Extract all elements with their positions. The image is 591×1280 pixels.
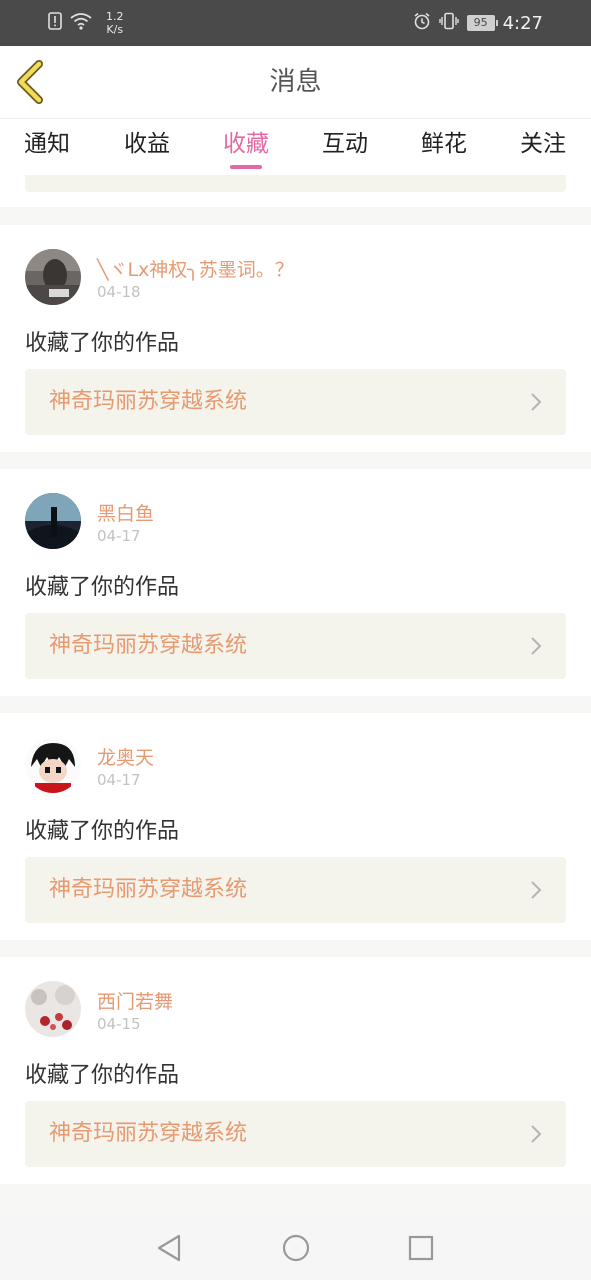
list-item: ╲ヾLx神权╮苏墨词。？ 04-18 收藏了你的作品 神奇玛丽苏穿越系统 bbox=[0, 225, 591, 452]
work-title: 神奇玛丽苏穿越系统 bbox=[49, 1121, 248, 1146]
wifi-icon bbox=[70, 12, 92, 34]
back-triangle-icon[interactable] bbox=[156, 1233, 182, 1263]
status-right: 95 4:27 bbox=[413, 10, 543, 36]
home-circle-icon[interactable] bbox=[281, 1233, 311, 1263]
tab-favorites[interactable]: 收藏 bbox=[216, 119, 276, 175]
timestamp: 04-17 bbox=[97, 527, 141, 545]
chevron-right-icon bbox=[531, 637, 542, 655]
network-speed-value: 1.2 bbox=[106, 10, 124, 23]
network-speed: 1.2 K/s bbox=[106, 10, 124, 36]
work-title: 神奇玛丽苏穿越系统 bbox=[49, 633, 248, 658]
system-navigation-bar bbox=[0, 1216, 591, 1280]
network-speed-unit: K/s bbox=[106, 23, 124, 36]
timestamp: 04-15 bbox=[97, 1015, 141, 1033]
chevron-right-icon bbox=[531, 881, 542, 899]
tab-flowers[interactable]: 鲜花 bbox=[414, 119, 474, 175]
username[interactable]: ╲ヾLx神权╮苏墨词。？ bbox=[97, 255, 294, 282]
top-app-bar: 消息 bbox=[0, 46, 591, 119]
work-card[interactable]: 神奇玛丽苏穿越系统 bbox=[25, 857, 566, 923]
clock: 4:27 bbox=[502, 12, 543, 34]
username[interactable]: 龙奥天 bbox=[97, 743, 154, 770]
tab-notifications[interactable]: 通知 bbox=[17, 119, 77, 175]
chevron-right-icon bbox=[531, 1125, 542, 1143]
avatar[interactable] bbox=[25, 249, 81, 305]
list-item: 西门若舞 04-15 收藏了你的作品 神奇玛丽苏穿越系统 bbox=[0, 957, 591, 1184]
favorites-feed: ╲ヾLx神权╮苏墨词。？ 04-18 收藏了你的作品 神奇玛丽苏穿越系统 黑白鱼… bbox=[0, 225, 591, 1201]
previous-item-partial bbox=[0, 175, 591, 207]
tab-follows[interactable]: 关注 bbox=[513, 119, 573, 175]
username[interactable]: 黑白鱼 bbox=[97, 499, 154, 526]
work-card[interactable]: 神奇玛丽苏穿越系统 bbox=[25, 369, 566, 435]
timestamp: 04-17 bbox=[97, 771, 141, 789]
work-title: 神奇玛丽苏穿越系统 bbox=[49, 877, 248, 902]
action-text: 收藏了你的作品 bbox=[25, 819, 180, 844]
alarm-icon bbox=[413, 12, 431, 34]
action-text: 收藏了你的作品 bbox=[25, 575, 180, 600]
action-text: 收藏了你的作品 bbox=[25, 331, 180, 356]
list-item: 黑白鱼 04-17 收藏了你的作品 神奇玛丽苏穿越系统 bbox=[0, 469, 591, 696]
work-card[interactable]: 神奇玛丽苏穿越系统 bbox=[25, 1101, 566, 1167]
previous-work-card-partial[interactable] bbox=[25, 175, 566, 192]
status-left: 1.2 K/s bbox=[48, 10, 124, 36]
timestamp: 04-18 bbox=[97, 283, 141, 301]
work-card[interactable]: 神奇玛丽苏穿越系统 bbox=[25, 613, 566, 679]
tab-earnings[interactable]: 收益 bbox=[117, 119, 177, 175]
page-title: 消息 bbox=[269, 67, 322, 97]
sim-alert-icon bbox=[48, 12, 62, 34]
status-bar: 1.2 K/s 95 4:27 bbox=[0, 0, 591, 46]
tab-bar: 通知 收益 收藏 互动 鲜花 关注 bbox=[0, 119, 591, 175]
work-title: 神奇玛丽苏穿越系统 bbox=[49, 389, 248, 414]
tab-interactions[interactable]: 互动 bbox=[315, 119, 375, 175]
chevron-right-icon bbox=[531, 393, 542, 411]
recents-square-icon[interactable] bbox=[407, 1233, 435, 1263]
avatar[interactable] bbox=[25, 737, 81, 793]
avatar[interactable] bbox=[25, 493, 81, 549]
username[interactable]: 西门若舞 bbox=[97, 987, 173, 1014]
vibrate-icon bbox=[438, 12, 459, 34]
list-item: 龙奥天 04-17 收藏了你的作品 神奇玛丽苏穿越系统 bbox=[0, 713, 591, 940]
action-text: 收藏了你的作品 bbox=[25, 1063, 180, 1088]
avatar[interactable] bbox=[25, 981, 81, 1037]
battery-indicator: 95 bbox=[466, 15, 498, 31]
